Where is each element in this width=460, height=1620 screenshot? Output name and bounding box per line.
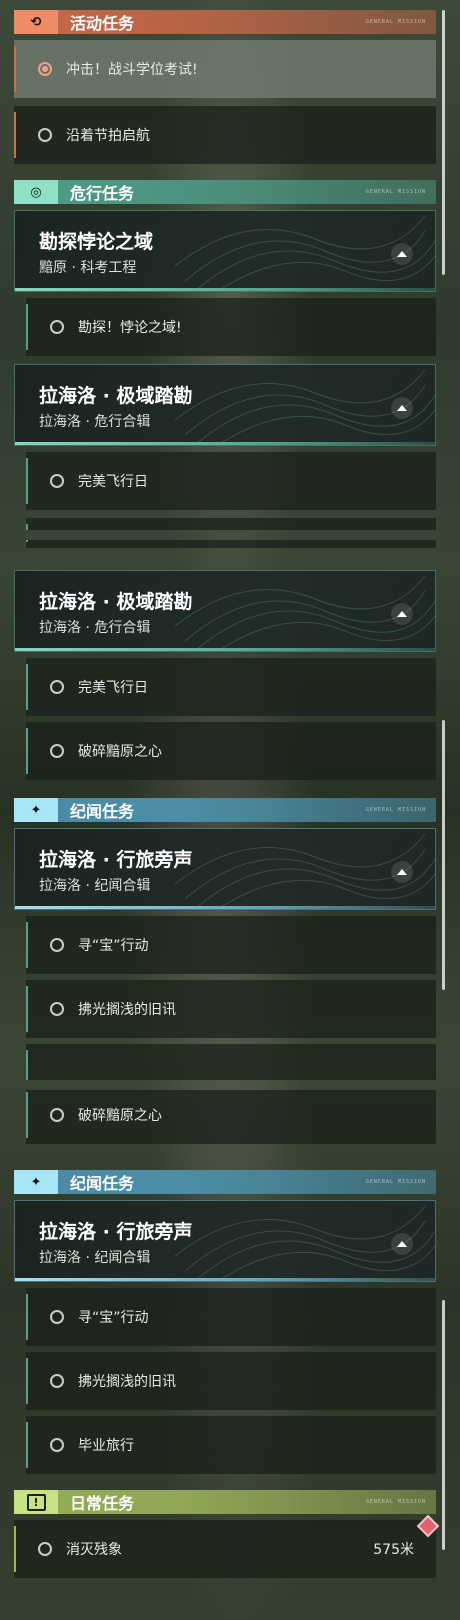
radio-icon [50,474,64,488]
section-tag: GENERAL MISSION [365,189,426,195]
radar-icon: ◎ [14,180,58,204]
quest-label: 拂光搁浅的旧讯 [78,1002,176,1018]
quest-item[interactable]: 破碎黯原之心 [26,1090,436,1144]
quest-label: 破碎黯原之心 [78,1108,162,1124]
chapter-title: 拉海洛 · 行旅旁声 [39,849,193,871]
section-tag: GENERAL MISSION [365,1499,426,1505]
chapter-subtitle: 拉海洛 · 纪闻合辑 [39,1250,151,1266]
quest-panel-top: ⟲ 活动任务 GENERAL MISSION 冲击！战斗学位考试! 沿着节拍启航… [0,0,460,530]
section-tag: GENERAL MISSION [365,1179,426,1185]
radio-icon [38,1542,52,1556]
scrollbar[interactable] [442,1300,445,1550]
section-title: 日常任务 [70,1494,135,1513]
chevron-up-icon[interactable] [391,861,413,883]
section-header-lore[interactable]: ✦ 纪闻任务 GENERAL MISSION [14,1170,436,1194]
quest-item-partial [26,540,436,548]
chapter-title: 勘探悖论之域 [39,231,154,253]
quest-item[interactable]: 完美飞行日 [26,452,436,510]
quest-item-partial [26,518,436,530]
radio-icon [38,128,52,142]
quest-label: 毕业旅行 [78,1438,134,1454]
quest-item[interactable]: 拂光搁浅的旧讯 [26,980,436,1038]
section-header-danger[interactable]: ◎ 危行任务 GENERAL MISSION [14,180,436,204]
section-title: 纪闻任务 [70,802,135,821]
chevron-up-icon[interactable] [391,1233,413,1255]
section-tag: GENERAL MISSION [365,807,426,813]
radio-icon [50,938,64,952]
quest-label: 拂光搁浅的旧讯 [78,1374,176,1390]
quest-chapter-card[interactable]: 拉海洛 · 极域踏勘 拉海洛 · 危行合辑 [14,570,436,652]
radio-icon [50,1108,64,1122]
scrollbar[interactable] [442,10,445,275]
quest-label: 沿着节拍启航 [66,128,150,144]
chevron-up-icon[interactable] [391,397,413,419]
quest-item[interactable]: 寻“宝”行动 [26,1288,436,1346]
quest-item[interactable]: 拂光搁浅的旧讯 [26,1352,436,1410]
chapter-subtitle: 黯原 · 科考工程 [39,260,137,276]
quest-item[interactable]: 完美飞行日 [26,658,436,716]
section-header-activity[interactable]: ⟲ 活动任务 GENERAL MISSION [14,10,436,34]
quest-item-partial [26,1044,436,1080]
chapter-subtitle: 拉海洛 · 危行合辑 [39,620,151,636]
radio-icon [50,1374,64,1388]
quest-item[interactable]: 寻“宝”行动 [26,916,436,974]
quest-item[interactable]: 沿着节拍启航 [14,106,436,164]
chapter-title: 拉海洛 · 行旅旁声 [39,1221,193,1243]
quest-chapter-card[interactable]: 拉海洛 · 行旅旁声 拉海洛 · 纪闻合辑 [14,1200,436,1282]
section-title: 活动任务 [70,14,135,33]
section-title: 纪闻任务 [70,1174,135,1193]
quest-panel-middle: 拉海洛 · 极域踏勘 拉海洛 · 危行合辑 完美飞行日 破碎黯原之心 ✦ 纪闻任… [0,540,460,1080]
radio-icon [50,1310,64,1324]
quest-chapter-card[interactable]: 勘探悖论之域 黯原 · 科考工程 [14,210,436,292]
radio-selected-icon [38,62,52,76]
distance-label: 575米 [373,1542,414,1558]
quest-item[interactable]: 冲击！战斗学位考试! [14,40,436,98]
chapter-title: 拉海洛 · 极域踏勘 [39,591,193,613]
quest-label: 寻“宝”行动 [78,938,149,954]
scrollbar[interactable] [442,720,445,990]
radio-icon [50,1002,64,1016]
chevron-up-icon[interactable] [391,603,413,625]
quest-item[interactable]: 毕业旅行 [26,1416,436,1474]
chapter-title: 拉海洛 · 极域踏勘 [39,385,193,407]
refresh-icon: ⟲ [14,10,58,34]
quest-item[interactable]: 勘探！悖论之域! [26,298,436,356]
chevron-up-icon[interactable] [391,243,413,265]
quest-label: 完美飞行日 [78,474,148,490]
quest-item[interactable]: 消灭残象 575米 [14,1520,436,1578]
radio-icon [50,744,64,758]
quest-panel-bottom: 破碎黯原之心 ✦ 纪闻任务 GENERAL MISSION 拉海洛 · 行旅旁声… [0,1090,460,1620]
quest-label: 寻“宝”行动 [78,1310,149,1326]
section-header-lore[interactable]: ✦ 纪闻任务 GENERAL MISSION [14,798,436,822]
quest-label: 消灭残象 [66,1542,122,1558]
radio-icon [50,680,64,694]
section-header-daily[interactable]: ! 日常任务 GENERAL MISSION [14,1490,436,1514]
quest-label: 破碎黯原之心 [78,744,162,760]
radio-icon [50,320,64,334]
section-title: 危行任务 [70,184,135,203]
section-tag: GENERAL MISSION [365,19,426,25]
chapter-subtitle: 拉海洛 · 纪闻合辑 [39,878,151,894]
quest-item[interactable]: 破碎黯原之心 [26,722,436,780]
quest-label: 勘探！悖论之域! [78,320,182,336]
sparkle-icon: ✦ [14,1170,58,1194]
chapter-subtitle: 拉海洛 · 危行合辑 [39,414,151,430]
radio-icon [50,1438,64,1452]
exclamation-icon: ! [14,1490,58,1514]
quest-label: 完美飞行日 [78,680,148,696]
quest-label: 冲击！战斗学位考试! [66,62,198,78]
sparkle-icon: ✦ [14,798,58,822]
quest-chapter-card[interactable]: 拉海洛 · 极域踏勘 拉海洛 · 危行合辑 [14,364,436,446]
quest-chapter-card[interactable]: 拉海洛 · 行旅旁声 拉海洛 · 纪闻合辑 [14,828,436,910]
